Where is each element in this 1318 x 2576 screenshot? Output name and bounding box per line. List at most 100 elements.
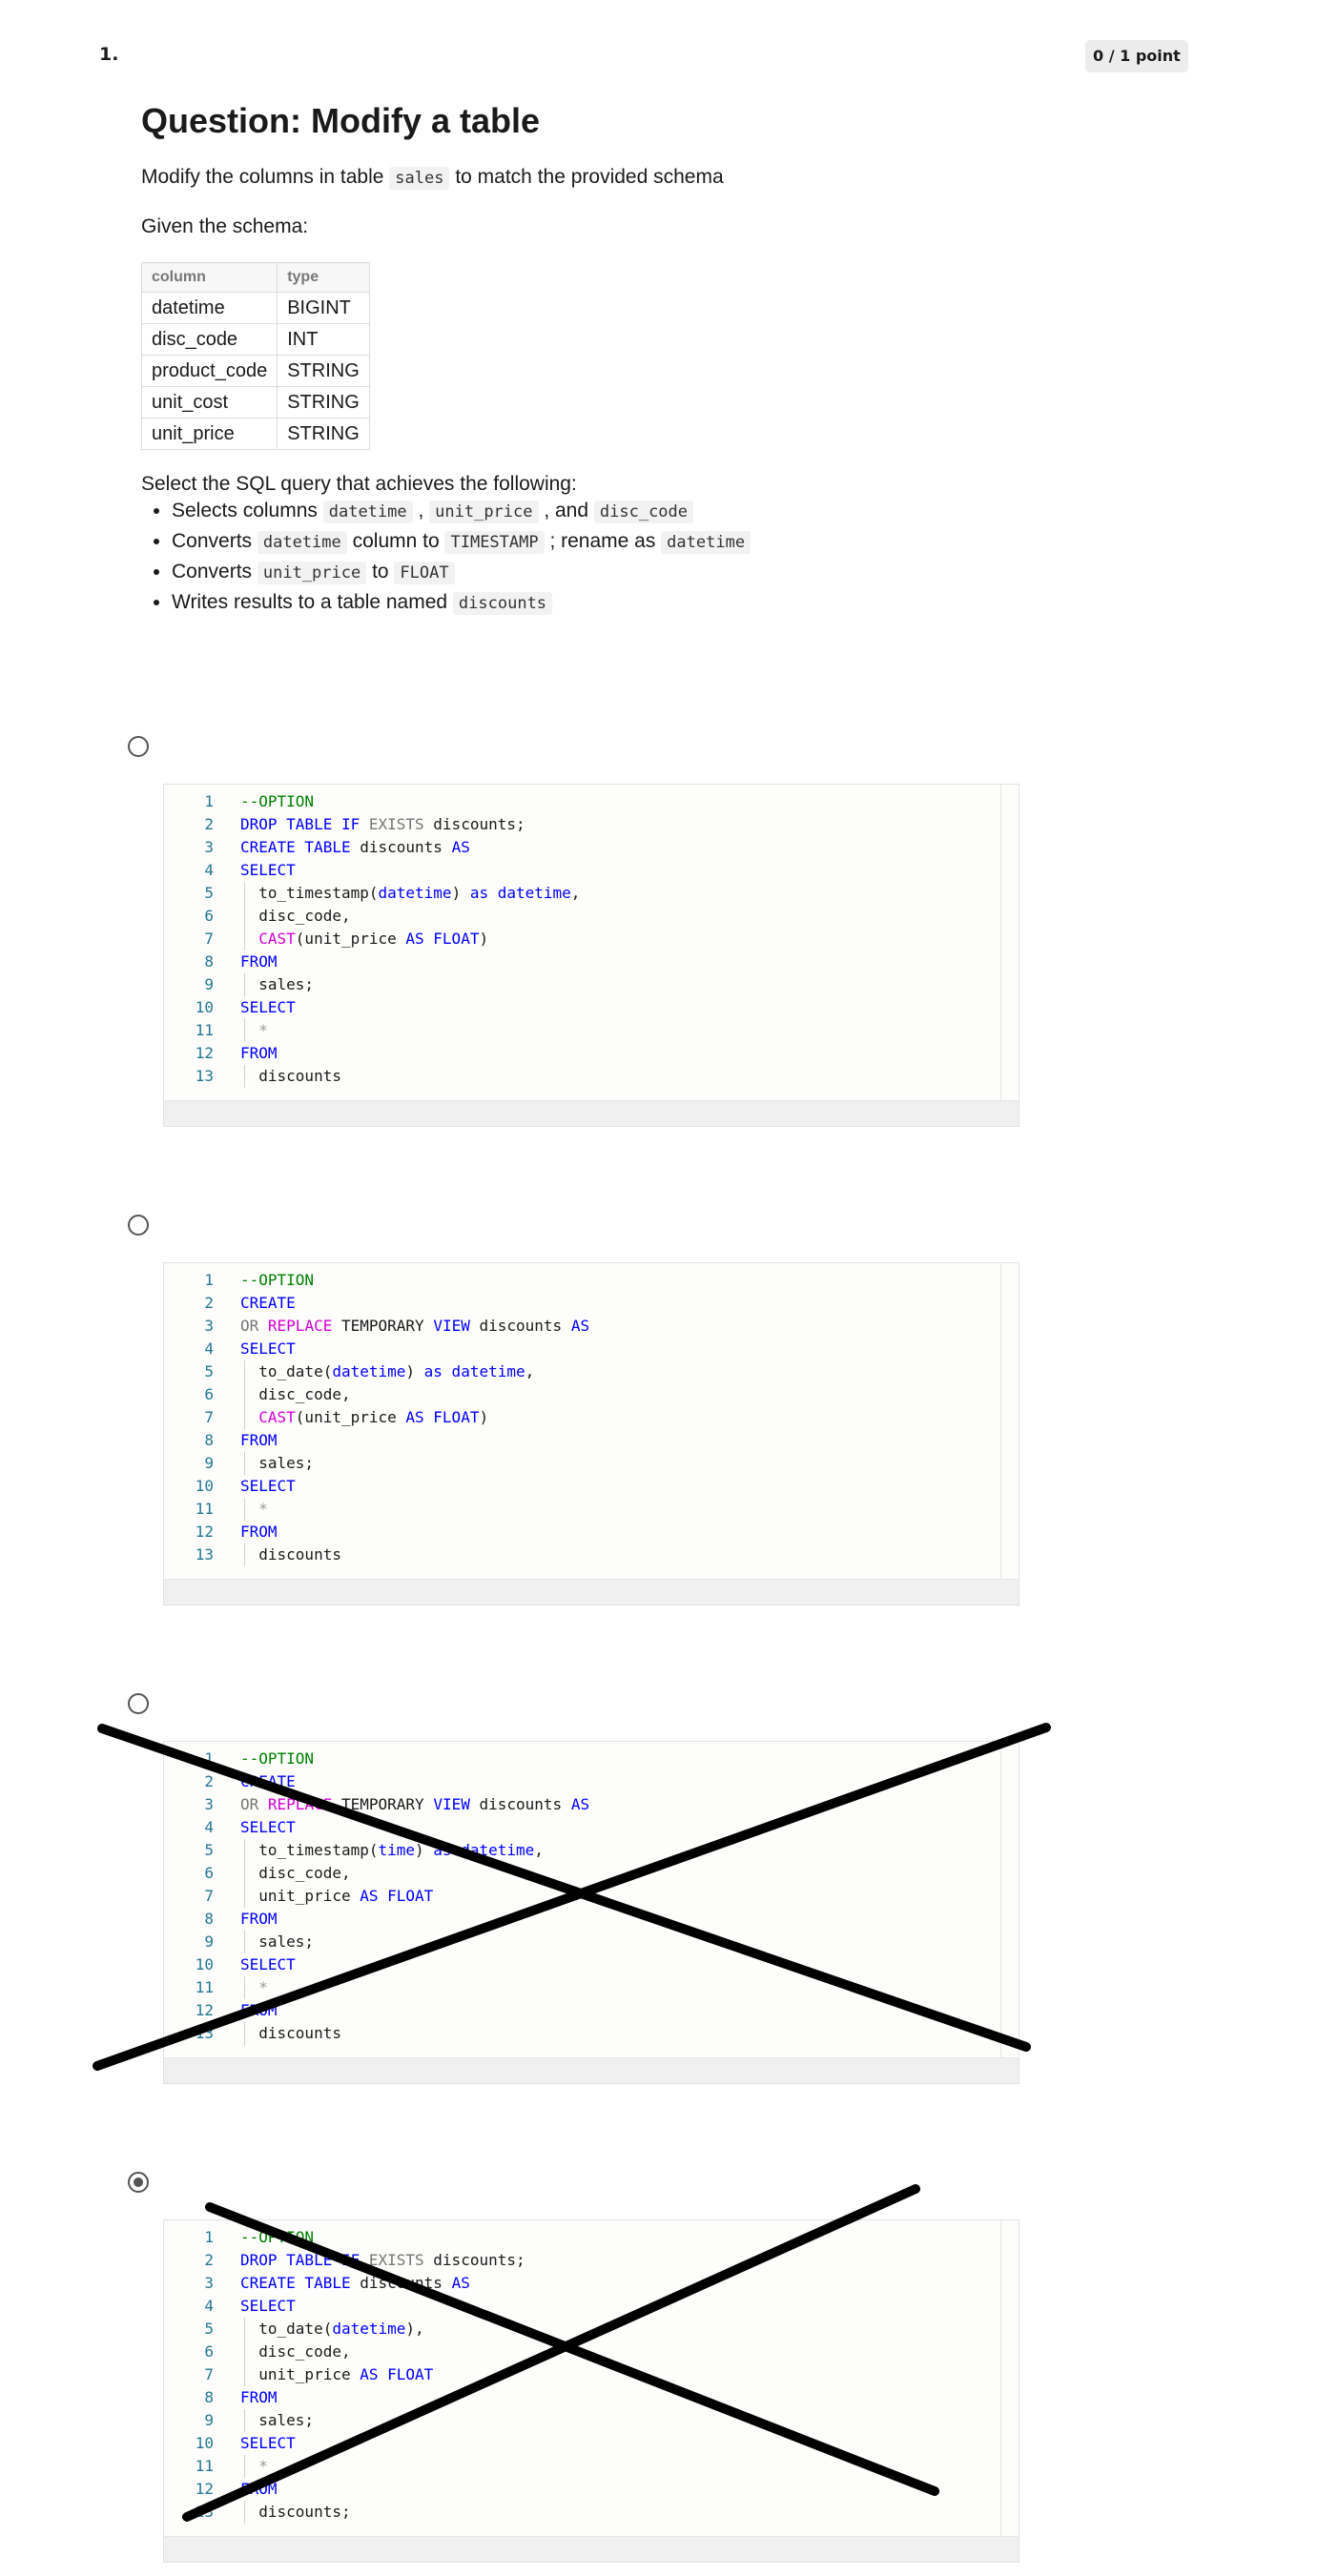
code-line: 9 sales; xyxy=(164,2409,1019,2432)
prompt-text: Modify the columns in table xyxy=(141,166,390,188)
code-token: to_timestamp( xyxy=(240,884,379,902)
line-number: 10 xyxy=(195,2434,214,2452)
code-token: , xyxy=(534,1841,544,1859)
code-line: 11 * xyxy=(164,1019,1019,1042)
prompt-text-end: to match the provided schema xyxy=(449,166,724,188)
code-token: disc_code, xyxy=(240,2342,351,2361)
line-number: 13 xyxy=(195,2503,214,2521)
schema-table: column type datetime BIGINT disc_code INT … xyxy=(140,262,370,450)
code-token: REPLACE xyxy=(267,1795,333,1813)
option-2-radio[interactable] xyxy=(128,1215,149,1236)
code-token: AS xyxy=(570,1795,590,1813)
code-token: datetime xyxy=(332,2320,406,2338)
code-text: DROP TABLE IF EXISTS discounts; xyxy=(240,813,525,836)
line-number: 4 xyxy=(204,1339,214,1358)
code-token: as datetime xyxy=(469,884,571,902)
requirement-text: Selects columns xyxy=(172,500,323,521)
line-number: 4 xyxy=(204,861,214,879)
code-line: 8 FROM xyxy=(164,951,1019,973)
requirement-code: disc_code xyxy=(593,501,694,523)
prompt-table-name: sales xyxy=(389,167,450,190)
code-token: to_timestamp( xyxy=(240,1841,379,1859)
code-token: FROM xyxy=(240,1044,278,1062)
code-token: AS FLOAT xyxy=(405,930,480,948)
line-number: 3 xyxy=(204,1795,214,1813)
vertical-ruler xyxy=(1000,1263,1001,1580)
line-number: 8 xyxy=(204,1910,214,1928)
line-number: 2 xyxy=(204,1294,214,1312)
code-text: FROM xyxy=(240,1908,278,1931)
code-token: datetime xyxy=(378,884,452,902)
line-number: 6 xyxy=(204,1385,214,1403)
code-token: TEMPORARY xyxy=(332,1317,434,1335)
code-text: CREATE TABLE discounts AS xyxy=(240,2272,470,2295)
code-token: OR xyxy=(240,1795,268,1813)
horizontal-scrollbar[interactable] xyxy=(164,2057,1019,2083)
code-line: 1 --OPTION xyxy=(164,1748,1019,1770)
line-number: 12 xyxy=(195,1044,214,1062)
line-number: 4 xyxy=(204,1818,214,1836)
code-token: --OPTION xyxy=(240,792,315,810)
code-token: SELECT xyxy=(240,1955,296,1973)
code-line: 5 to_date(datetime) as datetime, xyxy=(164,1360,1019,1383)
code-line: 4 SELECT xyxy=(164,2295,1019,2318)
code-line: 3 CREATE TABLE discounts AS xyxy=(164,836,1019,859)
code-text: SELECT xyxy=(240,1816,296,1839)
horizontal-scrollbar[interactable] xyxy=(164,1100,1019,1126)
code-token: datetime xyxy=(332,1362,406,1380)
table-row: datetime BIGINT xyxy=(140,292,370,324)
vertical-ruler xyxy=(1000,785,1001,1101)
code-token: FROM xyxy=(240,952,278,971)
code-token: discounts xyxy=(469,1317,571,1335)
code-token: to_date( xyxy=(240,2320,333,2338)
requirement-code: datetime xyxy=(257,531,347,554)
horizontal-scrollbar[interactable] xyxy=(164,1579,1019,1605)
schema-column-name: datetime xyxy=(140,292,278,324)
schema-column-type: STRING xyxy=(277,355,370,387)
line-number: 8 xyxy=(204,952,214,971)
code-line: 13 discounts; xyxy=(164,2501,1019,2524)
option-4-radio[interactable] xyxy=(128,2172,149,2193)
code-token: EXISTS xyxy=(368,815,424,833)
line-number: 9 xyxy=(204,1454,214,1472)
code-text: disc_code, xyxy=(240,1383,350,1406)
code-token: ) xyxy=(405,1362,424,1380)
code-token: --OPTION xyxy=(240,1749,315,1768)
code-token: as datetime xyxy=(433,1841,535,1859)
code-token: CREATE TABLE xyxy=(240,838,360,856)
code-token: VIEW xyxy=(433,1317,470,1335)
code-text: to_timestamp(time) as datetime, xyxy=(240,1839,544,1862)
line-number: 1 xyxy=(204,1271,214,1289)
code-token: discounts xyxy=(469,1795,571,1813)
horizontal-scrollbar[interactable] xyxy=(164,2536,1019,2562)
code-line: 6 disc_code, xyxy=(164,905,1019,928)
code-token: DROP TABLE IF xyxy=(240,2251,369,2269)
code-token: ) xyxy=(479,1408,489,1426)
code-text: SELECT xyxy=(240,1338,296,1360)
code-text: disc_code, xyxy=(240,905,350,928)
code-line: 5 to_timestamp(datetime) as datetime, xyxy=(164,882,1019,905)
requirement-text: Converts xyxy=(172,530,257,552)
code-text: discounts xyxy=(240,2022,341,2045)
code-text: * xyxy=(240,2455,268,2478)
code-token: AS FLOAT xyxy=(405,1408,480,1426)
line-number: 13 xyxy=(195,1067,214,1085)
code-line: 5 to_timestamp(time) as datetime, xyxy=(164,1839,1019,1862)
line-number: 13 xyxy=(195,1545,214,1564)
code-token: AS FLOAT xyxy=(360,2365,434,2383)
option-3-radio[interactable] xyxy=(128,1693,149,1714)
option-1-radio[interactable] xyxy=(128,736,149,757)
schema-column-type: STRING xyxy=(277,418,370,450)
code-token: FROM xyxy=(240,2480,278,2498)
code-text: FROM xyxy=(240,1042,278,1065)
code-token: * xyxy=(240,2457,268,2475)
points-badge: 0 / 1 point xyxy=(1085,40,1188,72)
line-number: 3 xyxy=(204,1317,214,1335)
code-token: DROP TABLE IF xyxy=(240,815,369,833)
code-text: FROM xyxy=(240,2386,278,2409)
requirement-text: ; rename as xyxy=(544,530,662,552)
code-text: SELECT xyxy=(240,2432,296,2455)
table-row: product_code STRING xyxy=(140,355,370,387)
task-intro: Select the SQL query that achieves the f… xyxy=(141,473,577,495)
requirement-code: datetime xyxy=(661,531,752,554)
